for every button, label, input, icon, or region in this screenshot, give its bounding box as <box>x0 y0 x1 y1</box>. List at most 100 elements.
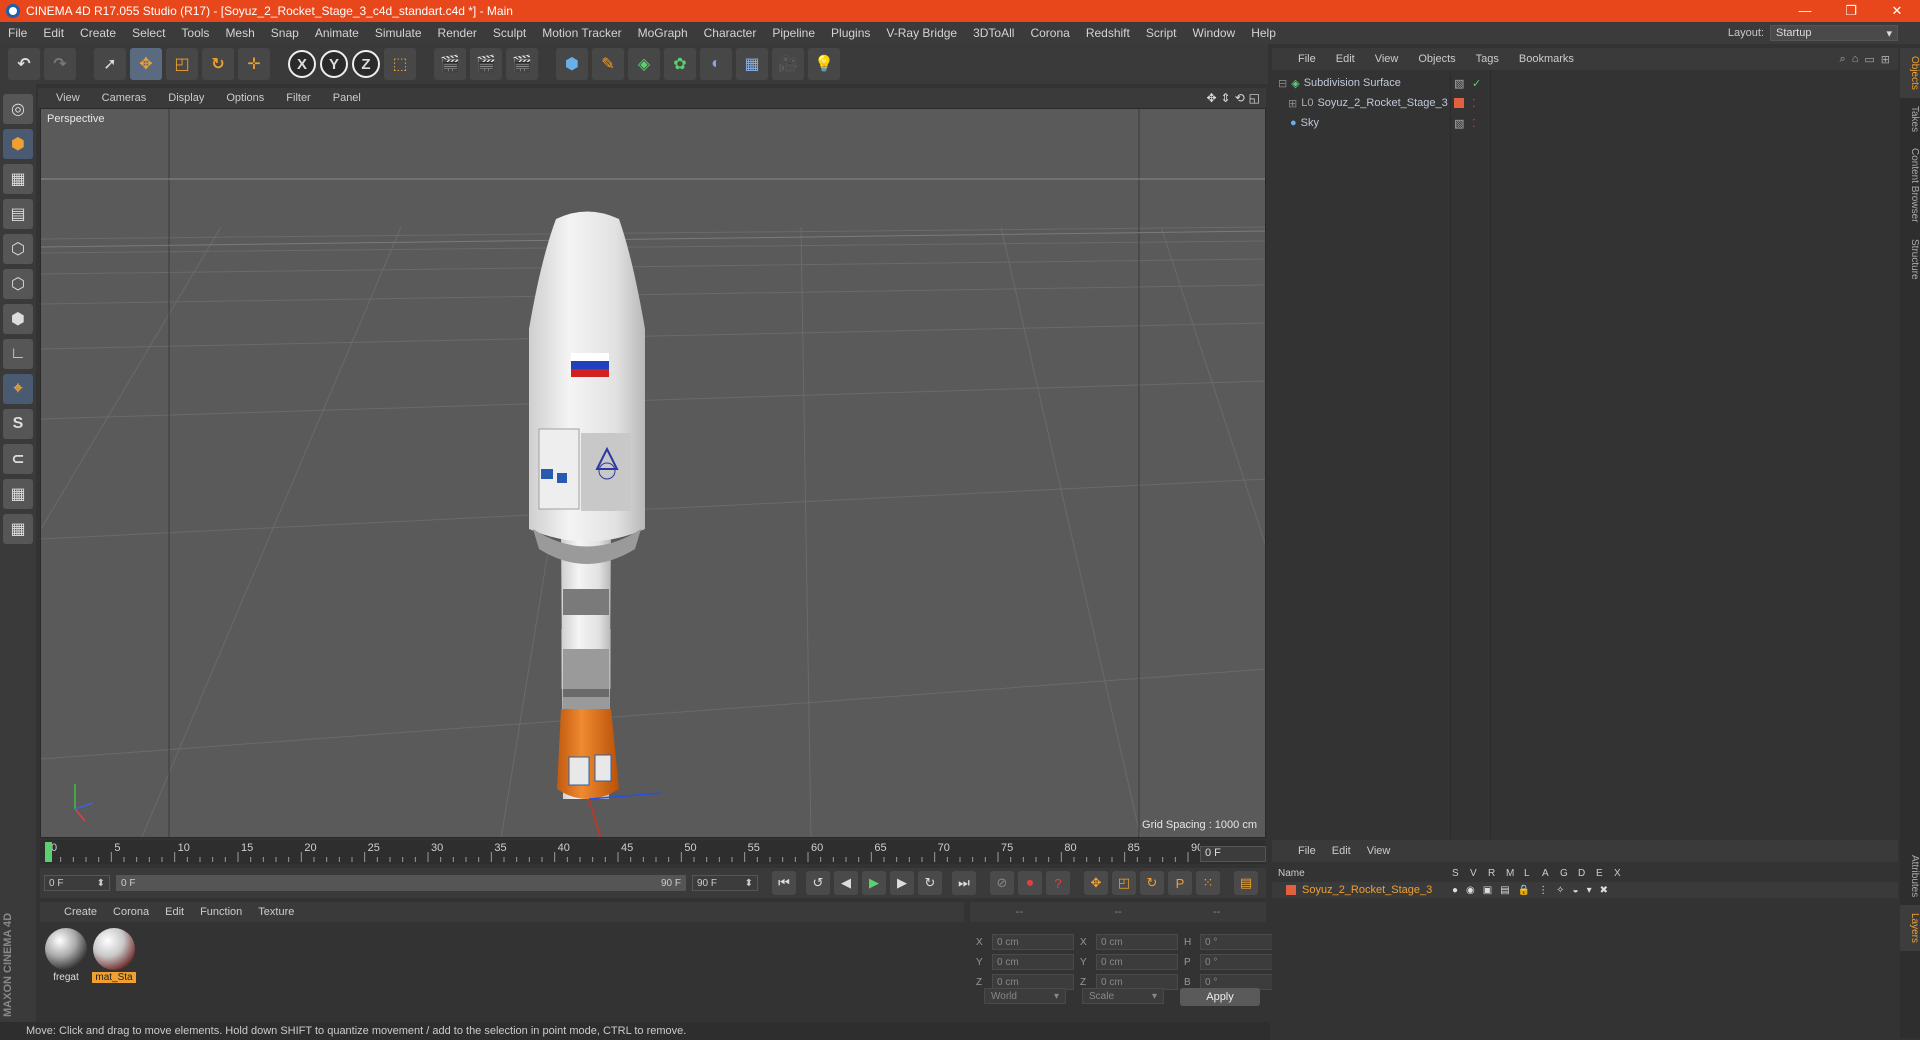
key-position-button[interactable]: ✥ <box>1084 871 1108 895</box>
render-view-button[interactable]: 🎬 <box>434 48 466 80</box>
light-button[interactable]: 💡 <box>808 48 840 80</box>
material-tag-icon[interactable] <box>1454 98 1464 108</box>
cube-primitive-button[interactable]: ⬢ <box>556 48 588 80</box>
menu-render[interactable]: Render <box>430 26 485 40</box>
model-mode-button[interactable]: ⬢ <box>3 129 33 159</box>
viewport-menu-filter[interactable]: Filter <box>278 92 318 104</box>
playhead-marker[interactable] <box>45 842 52 862</box>
position-y-field[interactable]: 0 cm <box>992 954 1074 970</box>
solo-button[interactable]: S <box>3 409 33 439</box>
mat-menu-texture[interactable]: Texture <box>250 906 302 918</box>
apply-button[interactable]: Apply <box>1180 988 1260 1006</box>
y-axis-lock-button[interactable]: Y <box>320 50 348 78</box>
timeline-button[interactable]: ▤ <box>1234 871 1258 895</box>
tab-takes[interactable]: Takes <box>1900 98 1920 140</box>
om-menu-tags[interactable]: Tags <box>1468 53 1507 65</box>
coordinate-system-button[interactable]: ⬚ <box>384 48 416 80</box>
move-tool-button[interactable]: ✥ <box>130 48 162 80</box>
texture-mode-button[interactable]: ▦ <box>3 164 33 194</box>
record-keys-button[interactable]: ⊘ <box>990 871 1014 895</box>
go-to-end-button[interactable]: ⏭ <box>952 871 976 895</box>
tab-attributes[interactable]: Attributes <box>1900 847 1920 905</box>
menu-create[interactable]: Create <box>72 26 124 40</box>
floor-button[interactable]: ▦ <box>736 48 768 80</box>
scale-tool-button[interactable]: ◰ <box>166 48 198 80</box>
play-button[interactable]: ▶ <box>862 871 886 895</box>
planar-workplane-button[interactable]: ▦ <box>3 514 33 544</box>
menu-corona[interactable]: Corona <box>1022 26 1077 40</box>
render-settings-button[interactable]: 🎬 <box>506 48 538 80</box>
render-flag-icon[interactable]: ▣ <box>1483 885 1492 896</box>
timeline-ruler[interactable]: 051015202530354045505560657075808590 <box>40 840 1266 864</box>
visibility-toggle[interactable]: ▧ <box>1454 77 1464 90</box>
layout-select[interactable]: Startup ▾ <box>1770 25 1898 41</box>
menu-pipeline[interactable]: Pipeline <box>764 26 823 40</box>
visibility-toggle[interactable]: ▧ <box>1454 117 1464 130</box>
mat-menu-edit[interactable]: Edit <box>157 906 192 918</box>
minimize-button[interactable]: — <box>1782 3 1828 19</box>
material-swatch-mat-sta[interactable]: mat_Sta <box>92 928 136 983</box>
viewport-menu-display[interactable]: Display <box>160 92 212 104</box>
next-frame-button[interactable]: ▶ <box>890 871 914 895</box>
menu-motion-tracker[interactable]: Motion Tracker <box>534 26 629 40</box>
restore-button[interactable]: ❐ <box>1828 3 1874 19</box>
go-to-start-button[interactable]: ⏮ <box>772 871 796 895</box>
mat-menu-create[interactable]: Create <box>56 906 105 918</box>
expand-icon[interactable]: ⊞ <box>1288 97 1297 110</box>
view-flag-icon[interactable]: ◉ <box>1466 885 1475 896</box>
om-menu-edit[interactable]: Edit <box>1328 53 1363 65</box>
tweak-mode-button[interactable]: ⌖ <box>3 374 33 404</box>
new-window-icon[interactable]: ▭ <box>1864 53 1874 66</box>
deformer-flag-icon[interactable]: ◒ <box>1573 885 1579 896</box>
size-x-field[interactable]: 0 cm <box>1096 934 1178 950</box>
material-swatch-fregat[interactable]: fregat <box>44 928 88 983</box>
tab-layers[interactable]: Layers <box>1900 905 1920 952</box>
menu-vray-bridge[interactable]: V-Ray Bridge <box>878 26 965 40</box>
home-icon[interactable]: ⌂ <box>1852 53 1859 66</box>
menu-animate[interactable]: Animate <box>307 26 367 40</box>
object-row-subdivision-surface[interactable]: ⊟ ◈ Subdivision Surface ▧ ✓ <box>1272 74 1898 92</box>
lock-workplane-button[interactable]: ▦ <box>3 479 33 509</box>
menu-character[interactable]: Character <box>696 26 765 40</box>
keyframe-selection-button[interactable]: ? <box>1046 871 1070 895</box>
deformer-button[interactable]: ◐ <box>700 48 732 80</box>
menu-file[interactable]: File <box>0 26 35 40</box>
om-menu-bookmarks[interactable]: Bookmarks <box>1511 53 1582 65</box>
position-x-field[interactable]: 0 cm <box>992 934 1074 950</box>
current-frame-field[interactable]: 0 F <box>1200 846 1266 862</box>
z-axis-lock-button[interactable]: Z <box>352 50 380 78</box>
menu-snap[interactable]: Snap <box>263 26 307 40</box>
maximize-icon[interactable]: ⊞ <box>1881 53 1890 66</box>
end-frame-field[interactable]: 90 F ⬍ <box>692 875 758 891</box>
x-axis-lock-button[interactable]: X <box>288 50 316 78</box>
visibility-dots-icon[interactable]: ⁚ <box>1472 97 1476 110</box>
viewport-menu-view[interactable]: View <box>48 92 88 104</box>
menu-mograph[interactable]: MoGraph <box>630 26 696 40</box>
menu-mesh[interactable]: Mesh <box>217 26 262 40</box>
lm-menu-edit[interactable]: Edit <box>1324 845 1359 857</box>
mat-menu-function[interactable]: Function <box>192 906 250 918</box>
viewport-zoom-icon[interactable]: ⇕ <box>1221 91 1231 105</box>
polygons-mode-button[interactable]: ⬢ <box>3 304 33 334</box>
axis-mode-button[interactable]: ∟ <box>3 339 33 369</box>
render-picture-viewer-button[interactable]: 🎬 <box>470 48 502 80</box>
lock-flag-icon[interactable]: 🔒 <box>1518 885 1530 896</box>
expression-flag-icon[interactable]: ▾ <box>1587 885 1592 896</box>
checkmark-icon[interactable]: ✓ <box>1472 77 1481 90</box>
next-key-button[interactable]: ↻ <box>918 871 942 895</box>
xref-flag-icon[interactable]: ✖ <box>1600 885 1608 896</box>
key-rotation-button[interactable]: ↻ <box>1140 871 1164 895</box>
collapse-icon[interactable]: ⊟ <box>1278 77 1287 90</box>
rotation-h-field[interactable]: 0 ° <box>1200 934 1276 950</box>
object-row-sky[interactable]: ● Sky ▧ ⁚ <box>1272 114 1898 132</box>
animation-flag-icon[interactable]: ⋮ <box>1538 885 1548 896</box>
om-menu-file[interactable]: File <box>1290 53 1324 65</box>
key-scale-button[interactable]: ◰ <box>1112 871 1136 895</box>
lm-menu-file[interactable]: File <box>1290 845 1324 857</box>
make-editable-button[interactable]: ◎ <box>3 94 33 124</box>
viewport-rotate-icon[interactable]: ⟲ <box>1235 91 1245 105</box>
previous-frame-button[interactable]: ◀ <box>834 871 858 895</box>
om-menu-objects[interactable]: Objects <box>1410 53 1463 65</box>
viewport-menu-panel[interactable]: Panel <box>325 92 369 104</box>
frame-range-slider[interactable]: 0 F 90 F <box>116 875 686 891</box>
